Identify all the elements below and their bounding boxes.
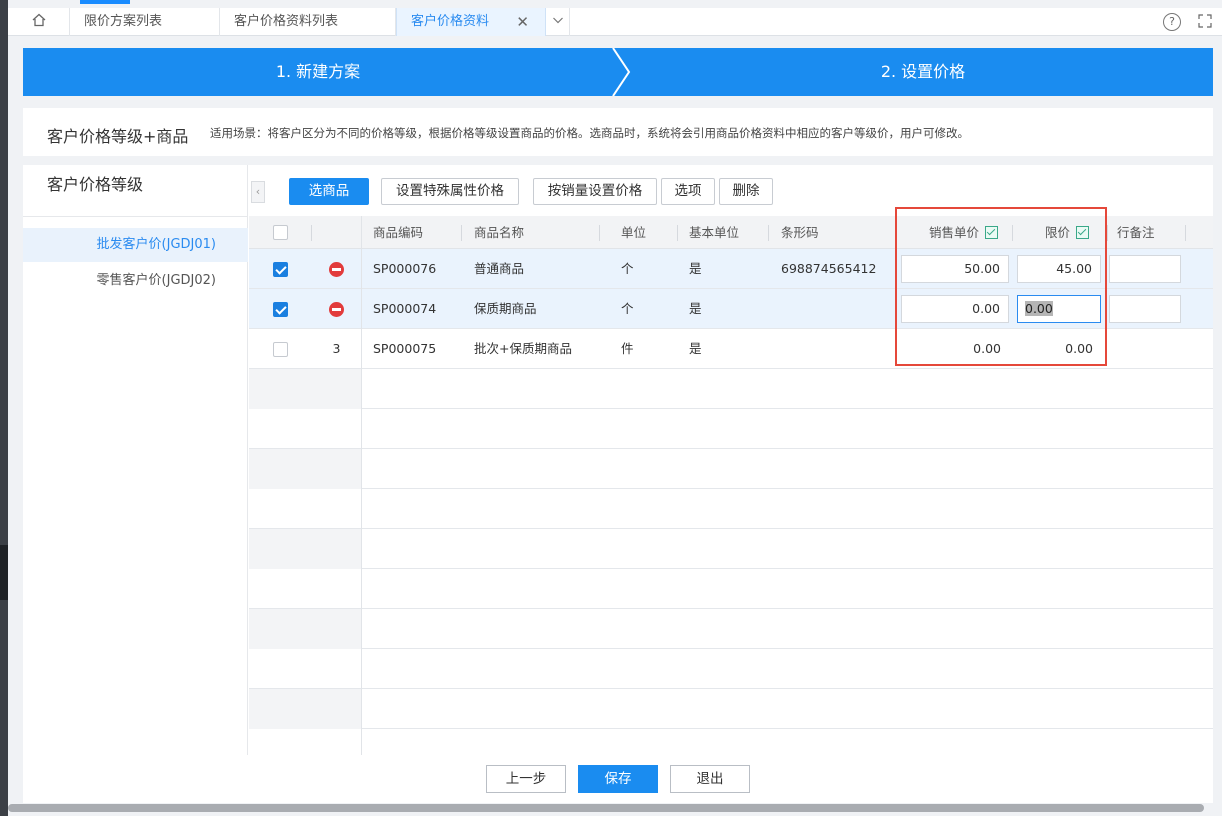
tab-label: 限价方案列表 <box>84 14 163 29</box>
exit-button[interactable]: 退出 <box>670 765 750 793</box>
remove-row-icon[interactable] <box>329 262 344 277</box>
col-header-remark: 行备注 <box>1117 225 1155 240</box>
section-description: 适用场景：将客户区分为不同的价格等级，根据价格等级设置商品的价格。选商品时，系统… <box>210 126 969 140</box>
col-header-name: 商品名称 <box>474 225 525 240</box>
app-window: 限价方案列表 客户价格资料列表 客户价格资料 ✕ ? 1. 新建方案 2. 设置价… <box>8 0 1222 816</box>
tab-bar: 限价方案列表 客户价格资料列表 客户价格资料 ✕ ? <box>8 8 1222 36</box>
cell-name: 批次+保质期商品 <box>474 341 572 356</box>
window-left-edge <box>0 0 8 816</box>
cell-code: SP000074 <box>373 301 437 316</box>
cell-barcode: 698874565412 <box>781 261 877 276</box>
empty-row <box>249 649 1213 689</box>
col-header-base-unit: 基本单位 <box>689 225 740 240</box>
sidebar-title: 客户价格等级 <box>47 175 144 194</box>
wizard-steps: 1. 新建方案 2. 设置价格 <box>23 48 1213 96</box>
delete-button[interactable]: 删除 <box>719 178 773 205</box>
col-header-unit: 单位 <box>621 225 647 240</box>
tab-label: 客户价格资料列表 <box>234 14 339 29</box>
step-new-plan: 1. 新建方案 <box>275 62 361 81</box>
options-button[interactable]: 选项 <box>661 178 715 205</box>
top-accent-bar <box>80 0 130 4</box>
empty-row <box>249 729 1213 755</box>
cell-name: 保质期商品 <box>474 301 537 316</box>
empty-row <box>249 529 1213 569</box>
tab-dropdown-button[interactable] <box>546 8 570 36</box>
row-checkbox[interactable] <box>273 262 288 277</box>
prev-step-button[interactable]: 上一步 <box>486 765 566 793</box>
empty-row <box>249 369 1213 409</box>
cell-unit: 件 <box>621 341 634 356</box>
empty-row <box>249 409 1213 449</box>
row-checkbox[interactable] <box>273 302 288 317</box>
cell-code: SP000075 <box>373 341 437 356</box>
cell-unit: 个 <box>621 261 634 276</box>
footer-bar: 上一步 保存 退出 <box>23 755 1213 803</box>
price-level-sidebar: 客户价格等级 批发客户价(JGDJ01) 零售客户价(JGDJ02) <box>23 165 248 755</box>
empty-row <box>249 569 1213 609</box>
home-icon <box>32 13 45 27</box>
empty-row <box>249 489 1213 529</box>
empty-row <box>249 449 1213 489</box>
tab-price-limit-list[interactable]: 限价方案列表 <box>70 8 220 36</box>
close-icon[interactable]: ✕ <box>516 8 529 36</box>
cell-unit: 个 <box>621 301 634 316</box>
sidebar-item-wholesale[interactable]: 批发客户价(JGDJ01) <box>23 228 248 262</box>
tab-customer-price-data[interactable]: 客户价格资料 ✕ <box>396 8 546 36</box>
remark-input[interactable] <box>1109 255 1181 283</box>
chevron-down-icon <box>552 17 563 24</box>
horizontal-scrollbar[interactable] <box>8 804 1204 812</box>
fullscreen-icon[interactable] <box>1197 13 1215 31</box>
section-title: 客户价格等级+商品 <box>47 127 189 146</box>
help-icon[interactable]: ? <box>1163 13 1181 31</box>
col-header-code: 商品编码 <box>373 225 424 240</box>
cell-base-unit: 是 <box>689 261 702 276</box>
col-header-barcode: 条形码 <box>781 225 819 240</box>
special-attr-price-button[interactable]: 设置特殊属性价格 <box>381 178 519 205</box>
tab-label: 客户价格资料 <box>411 14 490 29</box>
step-set-price: 2. 设置价格 <box>880 62 966 81</box>
intro-panel: 客户价格等级+商品 适用场景：将客户区分为不同的价格等级，根据价格等级设置商品的… <box>23 108 1213 156</box>
empty-row <box>249 689 1213 729</box>
sidebar-item-retail[interactable]: 零售客户价(JGDJ02) <box>23 264 248 298</box>
highlight-annotation-box <box>895 207 1107 366</box>
cell-code: SP000076 <box>373 261 437 276</box>
remove-row-icon[interactable] <box>329 302 344 317</box>
cell-base-unit: 是 <box>689 301 702 316</box>
home-tab[interactable] <box>8 8 70 36</box>
row-checkbox[interactable] <box>273 342 288 357</box>
select-goods-button[interactable]: 选商品 <box>289 178 369 205</box>
save-button[interactable]: 保存 <box>578 765 658 793</box>
select-all-checkbox[interactable] <box>273 225 288 240</box>
collapse-sidebar-button[interactable]: ‹ <box>251 181 265 203</box>
tab-customer-price-list[interactable]: 客户价格资料列表 <box>220 8 396 36</box>
empty-row <box>249 609 1213 649</box>
remark-input[interactable] <box>1109 295 1181 323</box>
cell-base-unit: 是 <box>689 341 702 356</box>
cell-name: 普通商品 <box>474 261 525 276</box>
row-number: 3 <box>332 341 341 356</box>
sales-volume-price-button[interactable]: 按销量设置价格 <box>533 178 657 205</box>
